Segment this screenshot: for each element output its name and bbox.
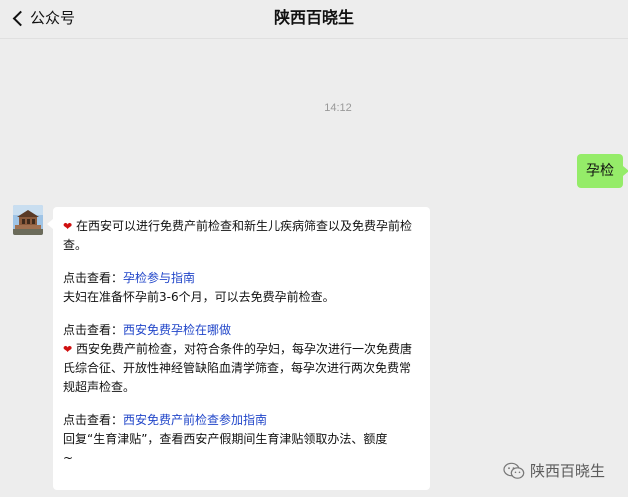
message-timestamp: 14:12 <box>324 102 352 114</box>
guide-desc-3: 回复“生育津贴”，查看西安产假期间生育津贴领取办法、额度 <box>63 432 388 446</box>
guide-desc-2: ❤ 西安免费产前检查，对符合条件的孕妇，每孕次进行一次免费唐氏综合征、开放性神经… <box>63 340 422 397</box>
outgoing-message[interactable]: 孕检 <box>577 154 628 188</box>
intro-line: ❤ 在西安可以进行免费产前检查和新生儿疾病筛查以及免费孕前检查。 <box>63 217 422 255</box>
guide-link-line-1: 点击查看：孕检参与指南 <box>63 269 422 288</box>
pregnancy-check-guide-link[interactable]: 孕检参与指南 <box>123 271 195 285</box>
watermark: 陕西百晓生 <box>503 459 605 483</box>
click-prefix: 点击查看： <box>63 413 124 427</box>
intro-text: 在西安可以进行免费产前检查和新生儿疾病筛查以及免费孕前检查。 <box>63 219 413 252</box>
guide-desc-1: 夫妇在准备怀孕前3-6个月，可以去免费孕前检查。 <box>63 290 335 304</box>
free-check-location-link[interactable]: 西安免费孕检在哪做 <box>123 323 231 337</box>
guide-desc-2-text: 西安免费产前检查，对符合条件的孕妇，每孕次进行一次免费唐氏综合征、开放性神经管缺… <box>63 342 413 394</box>
prenatal-check-guide-link[interactable]: 西安免费产前检查参加指南 <box>123 413 267 427</box>
avatar-image <box>13 205 43 235</box>
click-prefix: 点击查看： <box>63 271 124 285</box>
guide-link-line-3: 点击查看：西安免费产前检查参加指南 <box>63 411 422 430</box>
avatar[interactable] <box>13 205 43 235</box>
watermark-text: 陕西百晓生 <box>530 462 606 480</box>
click-prefix: 点击查看： <box>63 323 124 337</box>
tail-text: ~ <box>63 451 74 465</box>
chat-title: 陕西百晓生 <box>273 8 354 27</box>
incoming-message: ❤ 在西安可以进行免费产前检查和新生儿疾病筛查以及免费孕前检查。 点击查看：孕检… <box>47 207 430 490</box>
heart-icon: ❤ <box>63 220 73 233</box>
guide-link-line-2: 点击查看：西安免费孕检在哪做 <box>63 321 422 340</box>
top-bar: 公众号 陕西百晓生 <box>0 0 628 39</box>
wechat-icon <box>503 462 525 479</box>
heart-icon: ❤ <box>63 343 73 356</box>
